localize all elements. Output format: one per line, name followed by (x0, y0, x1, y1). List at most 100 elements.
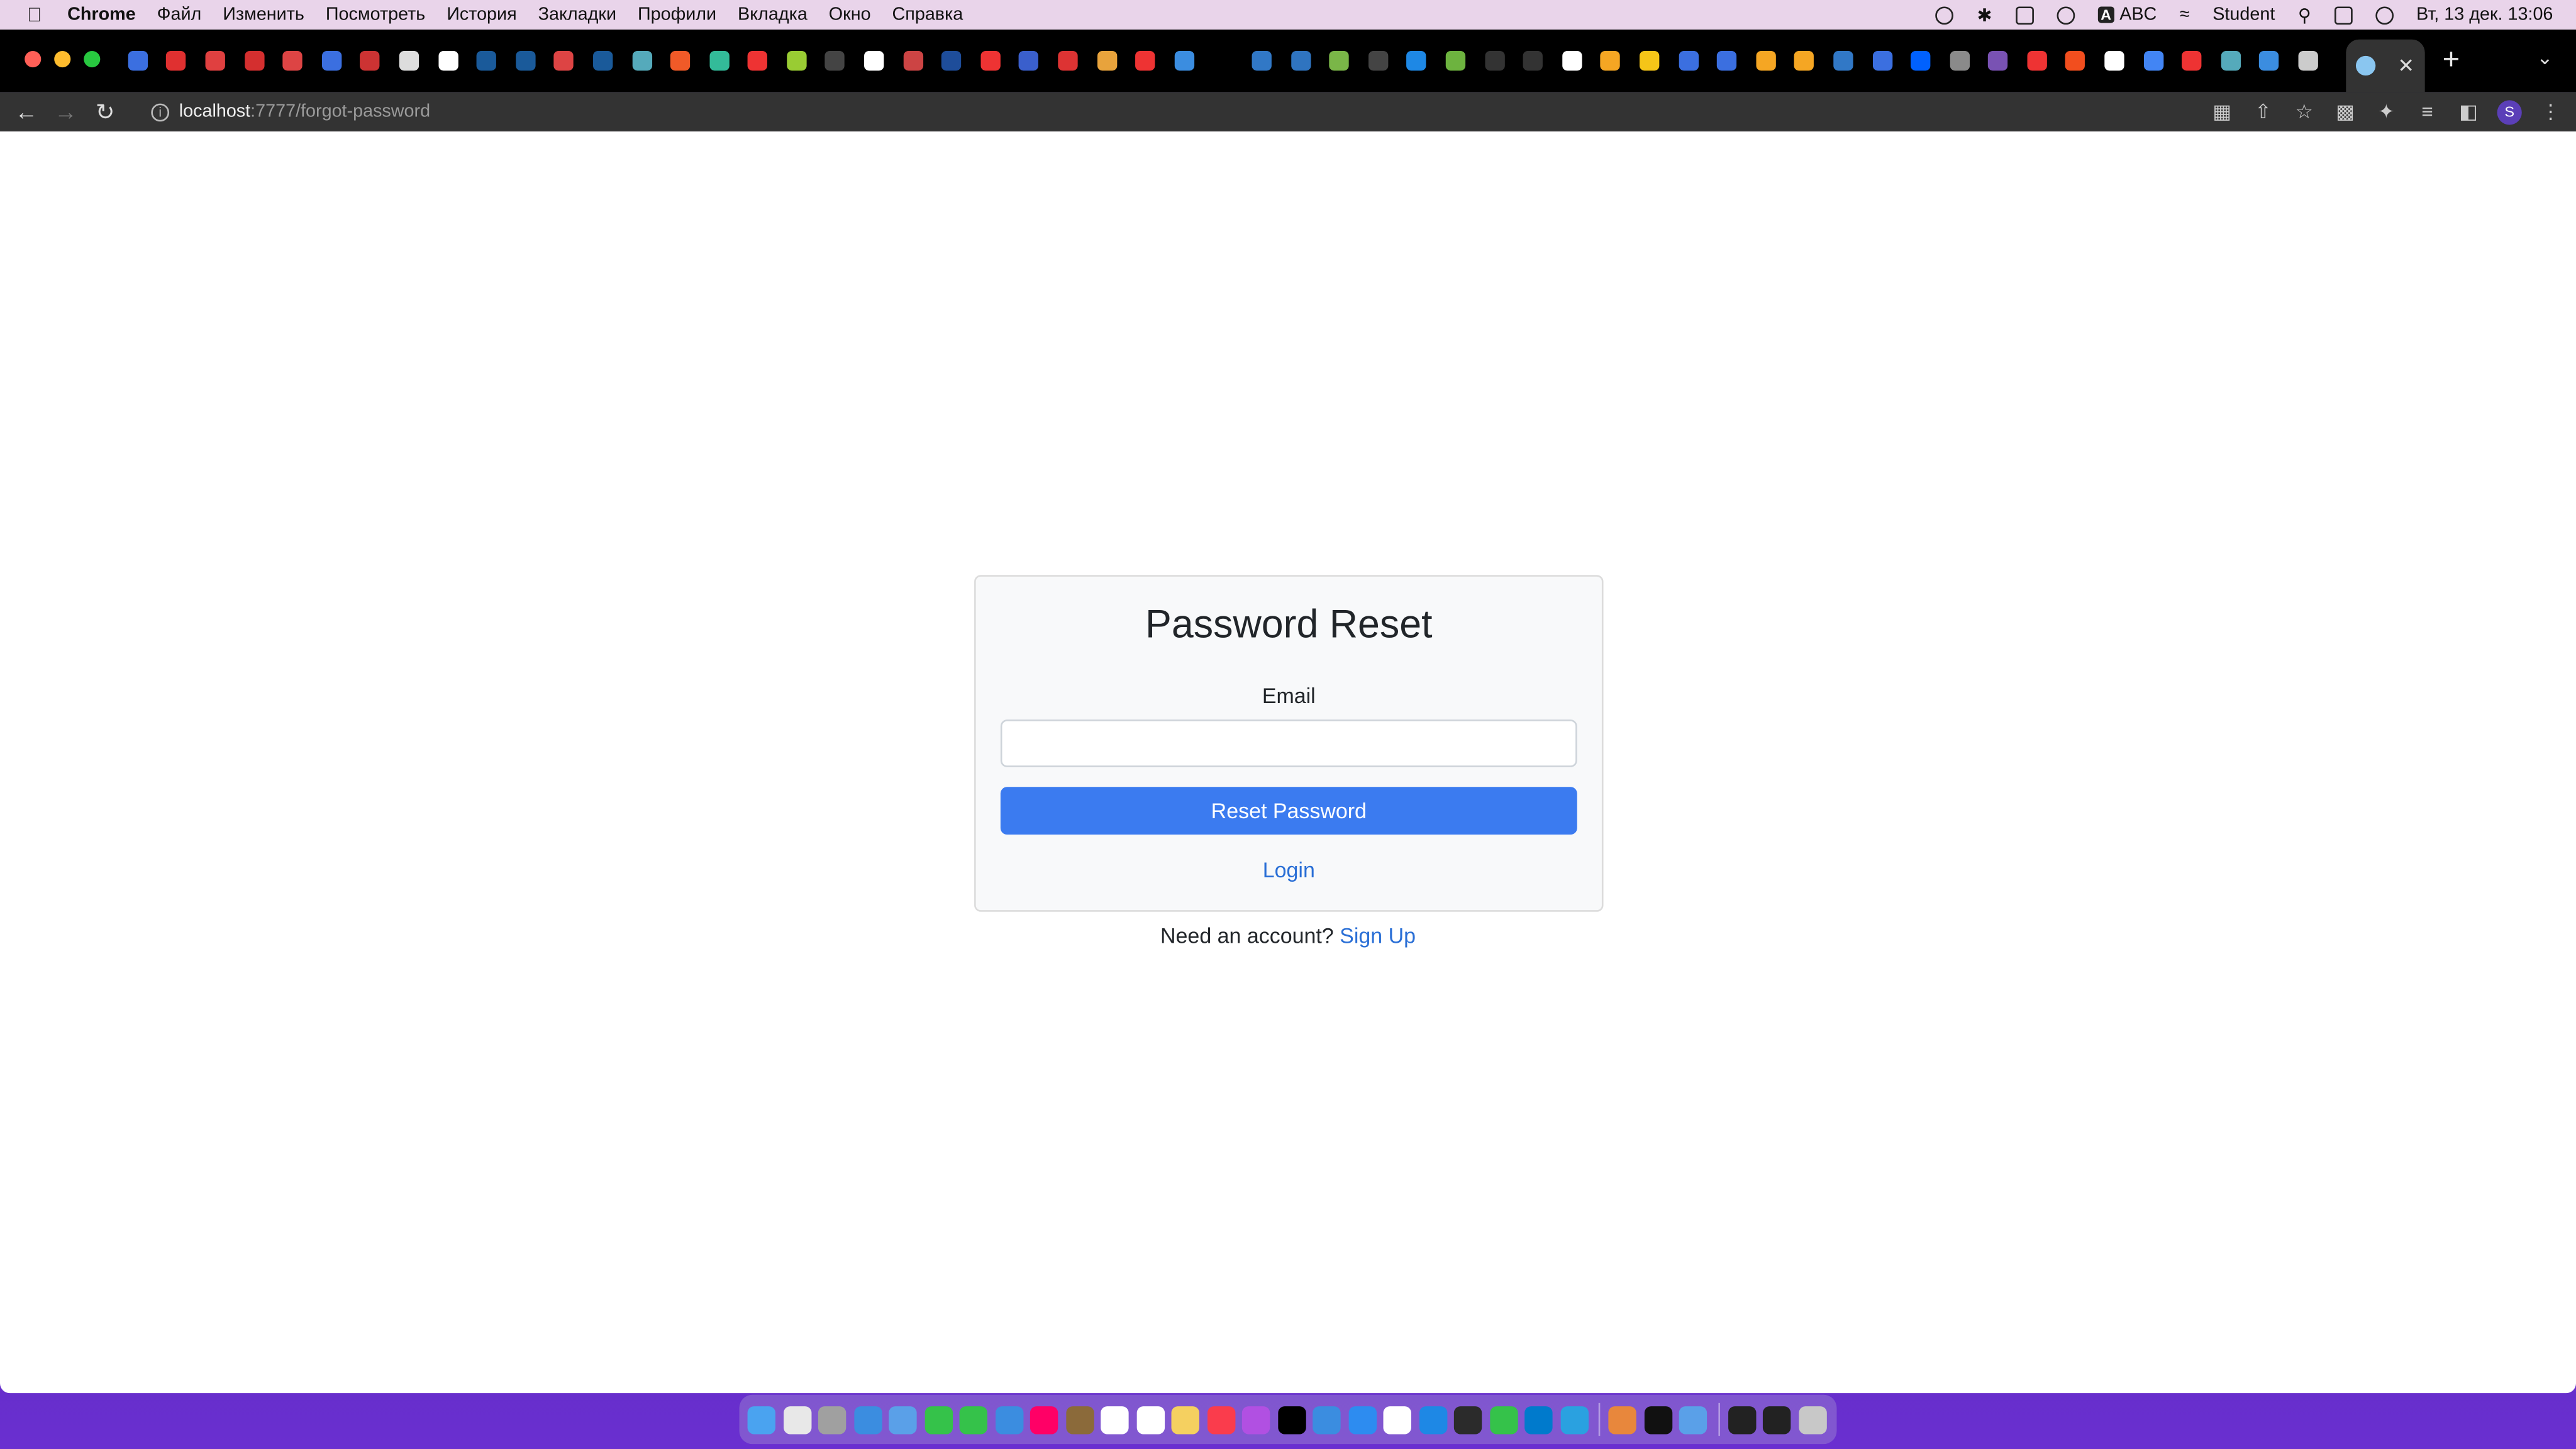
dock-app-icon[interactable] (1101, 1405, 1129, 1434)
pinned-tab[interactable] (1397, 46, 1436, 75)
dock-app-icon[interactable] (889, 1405, 917, 1434)
dock-app-icon[interactable] (994, 1405, 1023, 1434)
dock-recent-app-icon[interactable] (1608, 1405, 1636, 1434)
dock-app-icon[interactable] (1030, 1405, 1058, 1434)
dock-recent-app-icon[interactable] (1643, 1405, 1672, 1434)
side-panel-icon[interactable]: ◧ (2456, 100, 2480, 123)
menu-chrome[interactable]: Chrome (67, 5, 136, 25)
pinned-tab[interactable] (1475, 46, 1514, 75)
pinned-tab[interactable] (1087, 46, 1126, 75)
share-icon[interactable]: ⇧ (2251, 100, 2275, 123)
profile-avatar[interactable]: S (2497, 99, 2522, 125)
pinned-tab[interactable] (1048, 46, 1087, 75)
menu-view[interactable]: Посмотреть (326, 5, 425, 25)
pinned-tab[interactable] (622, 46, 661, 75)
creative-cloud-icon[interactable] (1936, 6, 1955, 24)
pinned-tab[interactable] (1979, 46, 2018, 75)
menu-tab[interactable]: Вкладка (738, 5, 808, 25)
email-field[interactable] (1000, 719, 1577, 767)
siri-icon[interactable] (2375, 6, 2394, 24)
dock-app-icon[interactable] (782, 1405, 811, 1434)
menu-profiles[interactable]: Профили (638, 5, 716, 25)
pinned-tab[interactable] (235, 46, 274, 75)
menu-edit[interactable]: Изменить (223, 5, 304, 25)
user-menu[interactable]: Student (2212, 5, 2275, 25)
zoom-window-button[interactable] (84, 50, 101, 68)
dock-app-icon[interactable] (1171, 1405, 1199, 1434)
pinned-tab[interactable] (1242, 46, 1281, 75)
reload-button[interactable]: ↻ (86, 97, 125, 125)
pinned-tab[interactable] (777, 46, 816, 75)
pinned-tab[interactable] (196, 46, 235, 75)
menu-window[interactable]: Окно (829, 5, 871, 25)
pinned-tab[interactable] (274, 46, 313, 75)
pinned-tab[interactable] (1591, 46, 1630, 75)
pinned-tab[interactable] (1126, 46, 1165, 75)
apple-menu-icon[interactable]:  (23, 3, 47, 26)
spotlight-search-icon[interactable]: ⚲ (2298, 4, 2311, 25)
clock[interactable]: Вт, 13 дек. 13:06 (2416, 5, 2553, 25)
trash-icon[interactable] (1798, 1405, 1826, 1434)
pinned-tab[interactable] (1320, 46, 1359, 75)
dock-app-icon[interactable] (1277, 1405, 1306, 1434)
pinned-tab[interactable] (2018, 46, 2057, 75)
pinned-tab[interactable] (390, 46, 429, 75)
pinned-tab[interactable] (467, 46, 506, 75)
control-center-icon[interactable] (2334, 6, 2353, 24)
menu-file[interactable]: Файл (157, 5, 202, 25)
pinned-tab[interactable] (1010, 46, 1049, 75)
site-info-icon[interactable]: i (151, 103, 170, 121)
dock-app-icon[interactable] (1524, 1405, 1553, 1434)
dock-app-icon[interactable] (1560, 1405, 1588, 1434)
forward-button[interactable]: → (46, 99, 86, 125)
pinned-tab[interactable] (1165, 46, 1204, 75)
extensions-puzzle-icon[interactable]: ✦ (2374, 100, 2399, 123)
pinned-tab[interactable] (1824, 46, 1863, 75)
new-tab-button[interactable]: + (2436, 43, 2466, 77)
pinned-tab[interactable] (1514, 46, 1553, 75)
close-window-button[interactable] (25, 50, 42, 68)
dock-app-icon[interactable] (1206, 1405, 1235, 1434)
pinned-tab[interactable] (855, 46, 894, 75)
pinned-tab[interactable] (506, 46, 545, 75)
pinned-tab[interactable] (1863, 46, 1902, 75)
login-link[interactable]: Login (976, 858, 1602, 882)
dock-app-icon[interactable] (747, 1405, 775, 1434)
dock-app-icon[interactable] (1313, 1405, 1341, 1434)
pinned-tab[interactable] (312, 46, 351, 75)
dock-app-icon[interactable] (853, 1405, 882, 1434)
pinned-tab[interactable] (118, 46, 157, 75)
pinned-tab[interactable] (584, 46, 623, 75)
dock-minimized-window[interactable] (1727, 1405, 1756, 1434)
dock-app-icon[interactable] (1383, 1405, 1411, 1434)
pinned-tab[interactable] (2095, 46, 2134, 75)
pinned-tab[interactable] (661, 46, 700, 75)
tab-search-chevron-icon[interactable]: ⌄ (2536, 46, 2553, 69)
pinned-tab[interactable] (1707, 46, 1746, 75)
pinned-tab[interactable] (1281, 46, 1320, 75)
active-tab[interactable]: ✕ (2346, 39, 2425, 92)
bookmark-star-icon[interactable]: ☆ (2292, 100, 2316, 123)
pinned-tab[interactable] (2250, 46, 2289, 75)
signup-link[interactable]: Sign Up (1340, 923, 1416, 948)
dock-app-icon[interactable] (924, 1405, 952, 1434)
reading-list-icon[interactable]: ≡ (2415, 100, 2440, 123)
pinned-tab[interactable] (1901, 46, 1940, 75)
extension-colorful-icon[interactable]: ▩ (2333, 100, 2357, 123)
menu-history[interactable]: История (447, 5, 516, 25)
pinned-tab[interactable] (738, 46, 777, 75)
pinned-tab[interactable] (1358, 46, 1397, 75)
pinned-tab[interactable] (1630, 46, 1669, 75)
wifi-icon[interactable]: ≈ (2180, 5, 2190, 25)
pinned-tab[interactable] (2173, 46, 2212, 75)
pinned-tab[interactable] (700, 46, 739, 75)
pinned-tab[interactable] (1940, 46, 1979, 75)
pinned-tab[interactable] (894, 46, 933, 75)
pinned-tab[interactable] (1746, 46, 1785, 75)
menu-help[interactable]: Справка (892, 5, 963, 25)
pinned-tab[interactable] (816, 46, 855, 75)
pinned-tab[interactable] (971, 46, 1010, 75)
dock-app-icon[interactable] (1418, 1405, 1447, 1434)
dock-minimized-window[interactable] (1762, 1405, 1791, 1434)
dock-app-icon[interactable] (1241, 1405, 1270, 1434)
